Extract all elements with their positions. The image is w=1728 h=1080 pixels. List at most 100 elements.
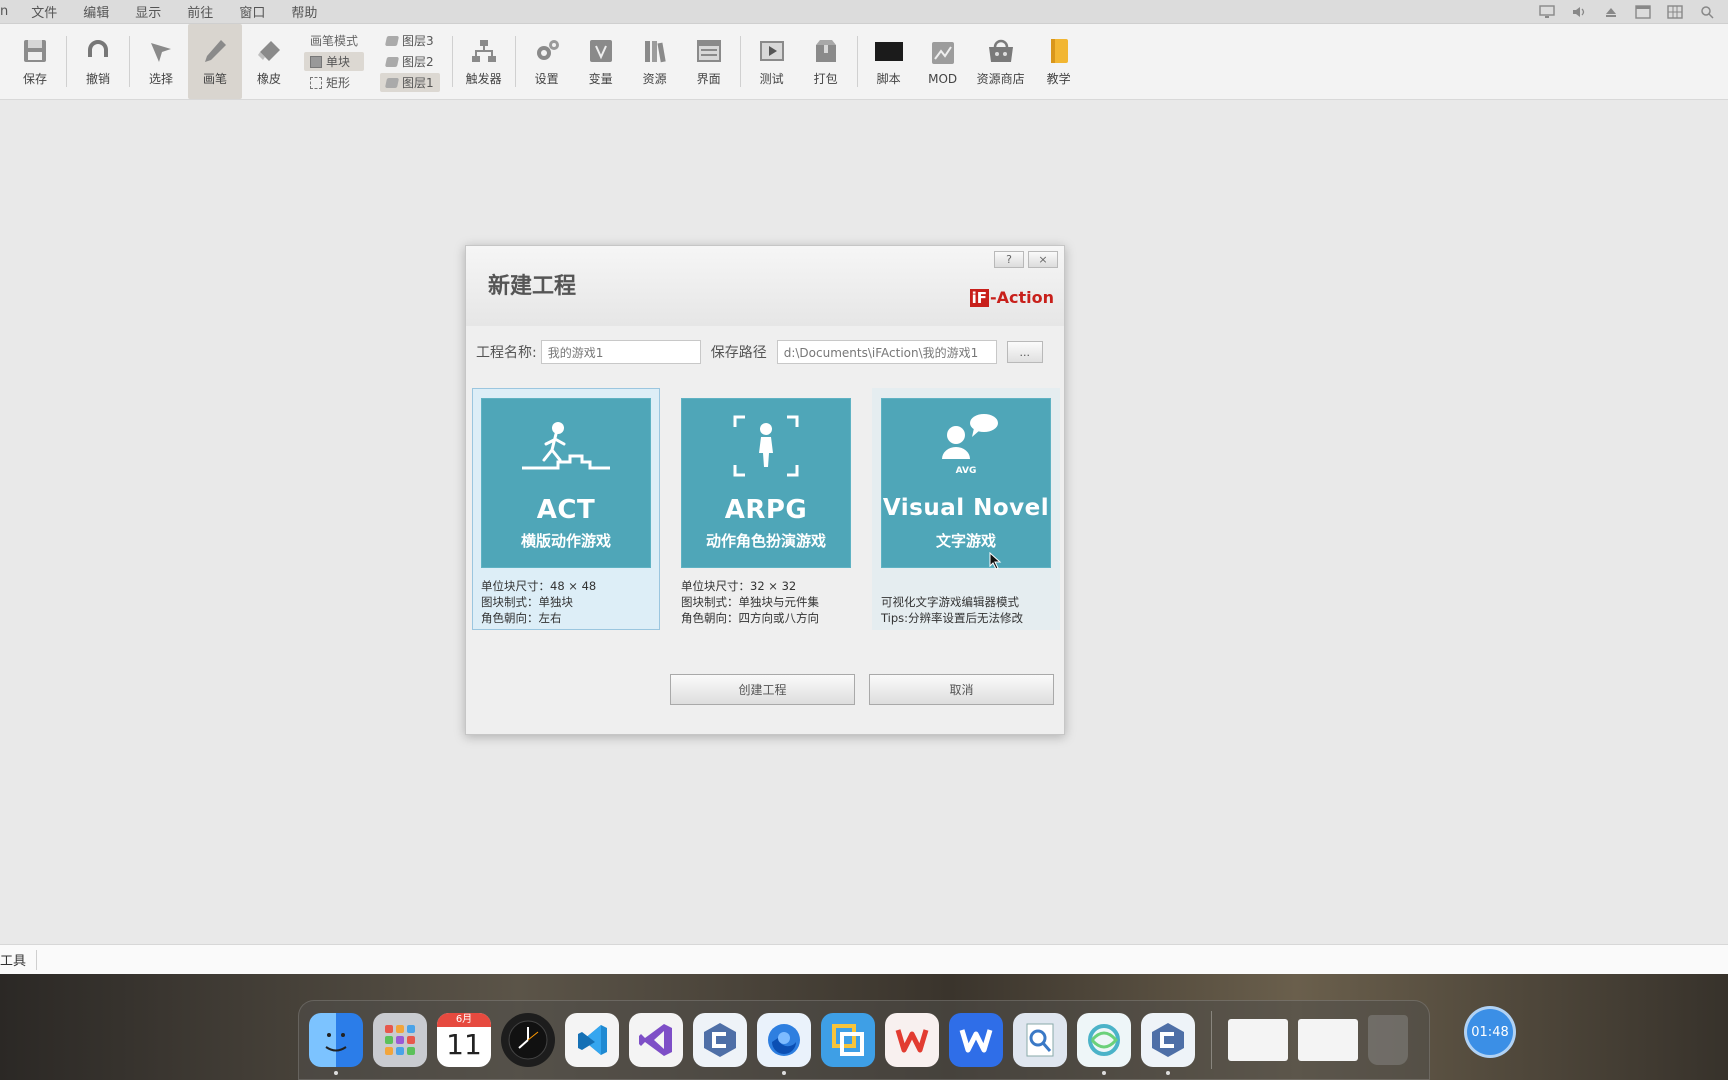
template-arpg-card[interactable]: ARPG 动作角色扮演游戏 [681, 398, 851, 568]
layout-icon [694, 36, 724, 66]
mod-button[interactable]: MOD [916, 24, 970, 99]
running-indicator [1102, 1071, 1106, 1075]
vscode-icon[interactable] [565, 1013, 619, 1067]
layer1-option[interactable]: 图层1 [380, 73, 440, 92]
template-act-desc-line: 单位块尺寸：48 × 48 [481, 579, 597, 593]
app-swirl-icon[interactable] [1077, 1013, 1131, 1075]
terminal-icon [874, 36, 904, 66]
status-text: 工具 [0, 954, 27, 969]
toolbar-divider [514, 36, 516, 87]
time-badge[interactable]: 01:48 [1464, 1006, 1516, 1058]
tutorial-label: 教学 [1046, 72, 1071, 86]
template-visual-novel-description: 可视化文字游戏编辑器模式 Tips:分辨率设置后无法修改 [881, 594, 1051, 626]
pen-mode-single-option[interactable]: 单块 [304, 52, 365, 71]
launchpad-icon[interactable] [373, 1013, 427, 1067]
finder-icon[interactable] [309, 1013, 363, 1075]
monitor-icon[interactable] [1538, 4, 1556, 20]
desktop-background: 6月 11 01:48 [0, 974, 1728, 1080]
layer2-option[interactable]: 图层2 [380, 52, 440, 71]
save-path-input[interactable] [776, 340, 997, 364]
firefox-icon[interactable] [757, 1013, 811, 1075]
window-thumbnail[interactable] [1228, 1019, 1288, 1061]
resource-store-button[interactable]: 资源商店 [970, 24, 1032, 99]
dialog-title: 新建工程 [488, 274, 577, 299]
system-tray [1538, 0, 1716, 24]
template-act-subtitle: 横版动作游戏 [520, 532, 611, 550]
template-arpg-desc-line: 单位块尺寸：32 × 32 [681, 579, 797, 593]
books-icon [640, 36, 670, 66]
close-button[interactable]: × [1028, 251, 1058, 268]
variables-label: 变量 [588, 72, 613, 86]
variables-button[interactable]: 变量 [574, 24, 628, 99]
save-label: 保存 [22, 72, 47, 86]
menu-item-file[interactable]: 文件 [18, 2, 70, 21]
help-button[interactable]: ? [994, 251, 1024, 268]
script-button[interactable]: 脚本 [862, 24, 916, 99]
package-button[interactable]: 打包 [799, 24, 853, 99]
menu-item-go[interactable]: 前往 [174, 2, 226, 21]
character-frame-icon [681, 408, 851, 483]
resources-label: 资源 [642, 72, 667, 86]
parallels-icon[interactable] [821, 1013, 875, 1067]
menu-item-help[interactable]: 帮助 [278, 2, 330, 21]
window-icon[interactable] [1634, 4, 1652, 20]
toolbar-divider [739, 36, 741, 87]
resources-button[interactable]: 资源 [628, 24, 682, 99]
trigger-button[interactable]: 触发器 [457, 24, 511, 99]
template-visual-novel[interactable]: AVG Visual Novel 文字游戏 可视化文字游戏编辑器模式 Tips:… [872, 388, 1060, 630]
test-button[interactable]: 测试 [745, 24, 799, 99]
menu-item-view[interactable]: 显示 [122, 2, 174, 21]
grid-icon[interactable] [1666, 4, 1684, 20]
select-tool-button[interactable]: 选择 [134, 24, 188, 99]
template-arpg-subtitle: 动作角色扮演游戏 [705, 532, 826, 550]
tutorial-button[interactable]: 教学 [1032, 24, 1086, 99]
dialog-footer: 创建工程 取消 [466, 674, 1064, 734]
toolbar-divider [856, 36, 858, 87]
ifaction-app-icon[interactable] [693, 1013, 747, 1067]
ifaction-editor-icon[interactable] [1141, 1013, 1195, 1075]
wps-office-icon[interactable] [885, 1013, 939, 1067]
avg-label: AVG [955, 466, 977, 476]
cancel-button[interactable]: 取消 [869, 674, 1054, 705]
pen-mode-single-label: 单块 [326, 55, 351, 69]
preview-icon[interactable] [1013, 1013, 1067, 1067]
pen-tool-button[interactable]: 画笔 [188, 24, 242, 99]
template-visual-novel-card[interactable]: AVG Visual Novel 文字游戏 [881, 398, 1051, 570]
layer3-option[interactable]: 图层3 [380, 31, 440, 50]
toolbar-divider [66, 36, 67, 87]
menu-item-app[interactable]: n [0, 4, 18, 19]
menu-item-window[interactable]: 窗口 [226, 2, 278, 21]
eject-icon[interactable] [1602, 4, 1620, 20]
dialog-window-controls: ? × [994, 251, 1058, 268]
clock-icon[interactable] [501, 1013, 555, 1067]
save-icon [20, 36, 50, 66]
wps-writer-icon[interactable] [949, 1013, 1003, 1067]
window-thumbnail[interactable] [1298, 1019, 1358, 1061]
project-name-input[interactable] [540, 340, 701, 364]
save-button[interactable]: 保存 [8, 24, 62, 99]
pen-mode-rect-option[interactable]: 矩形 [304, 73, 364, 92]
speaker-icon[interactable] [1570, 4, 1588, 20]
book-icon [1044, 36, 1074, 66]
undo-button[interactable]: 撤销 [71, 24, 125, 99]
template-arpg-description: 单位块尺寸：32 × 32 图块制式：单独块与元件集 角色朝向：四方向或八方向 [681, 578, 851, 626]
browse-path-button[interactable]: ... [1006, 341, 1043, 363]
eraser-tool-button[interactable]: 橡皮 [242, 24, 296, 99]
menu-bar: n 文件 编辑 显示 前往 窗口 帮助 [0, 0, 1728, 24]
search-icon[interactable] [1698, 4, 1716, 20]
trash-icon[interactable] [1368, 1015, 1408, 1065]
mod-icon [928, 38, 958, 68]
menu-item-edit[interactable]: 编辑 [70, 2, 122, 21]
undo-label: 撤销 [85, 72, 110, 86]
calendar-icon[interactable]: 6月 11 [437, 1013, 491, 1067]
settings-button[interactable]: 设置 [520, 24, 574, 99]
interface-button[interactable]: 界面 [682, 24, 736, 99]
template-act[interactable]: ACT 横版动作游戏 单位块尺寸：48 × 48 图块制式：单独块 角色朝向：左… [472, 388, 660, 630]
create-project-button[interactable]: 创建工程 [670, 674, 855, 705]
dock: 6月 11 [298, 1000, 1430, 1080]
template-arpg[interactable]: ARPG 动作角色扮演游戏 单位块尺寸：32 × 32 图块制式：单独块与元件集… [672, 388, 860, 630]
resource-store-label: 资源商店 [976, 72, 1025, 86]
eraser-icon [254, 36, 284, 66]
template-act-card[interactable]: ACT 横版动作游戏 [481, 398, 651, 568]
visual-studio-icon[interactable] [629, 1013, 683, 1067]
